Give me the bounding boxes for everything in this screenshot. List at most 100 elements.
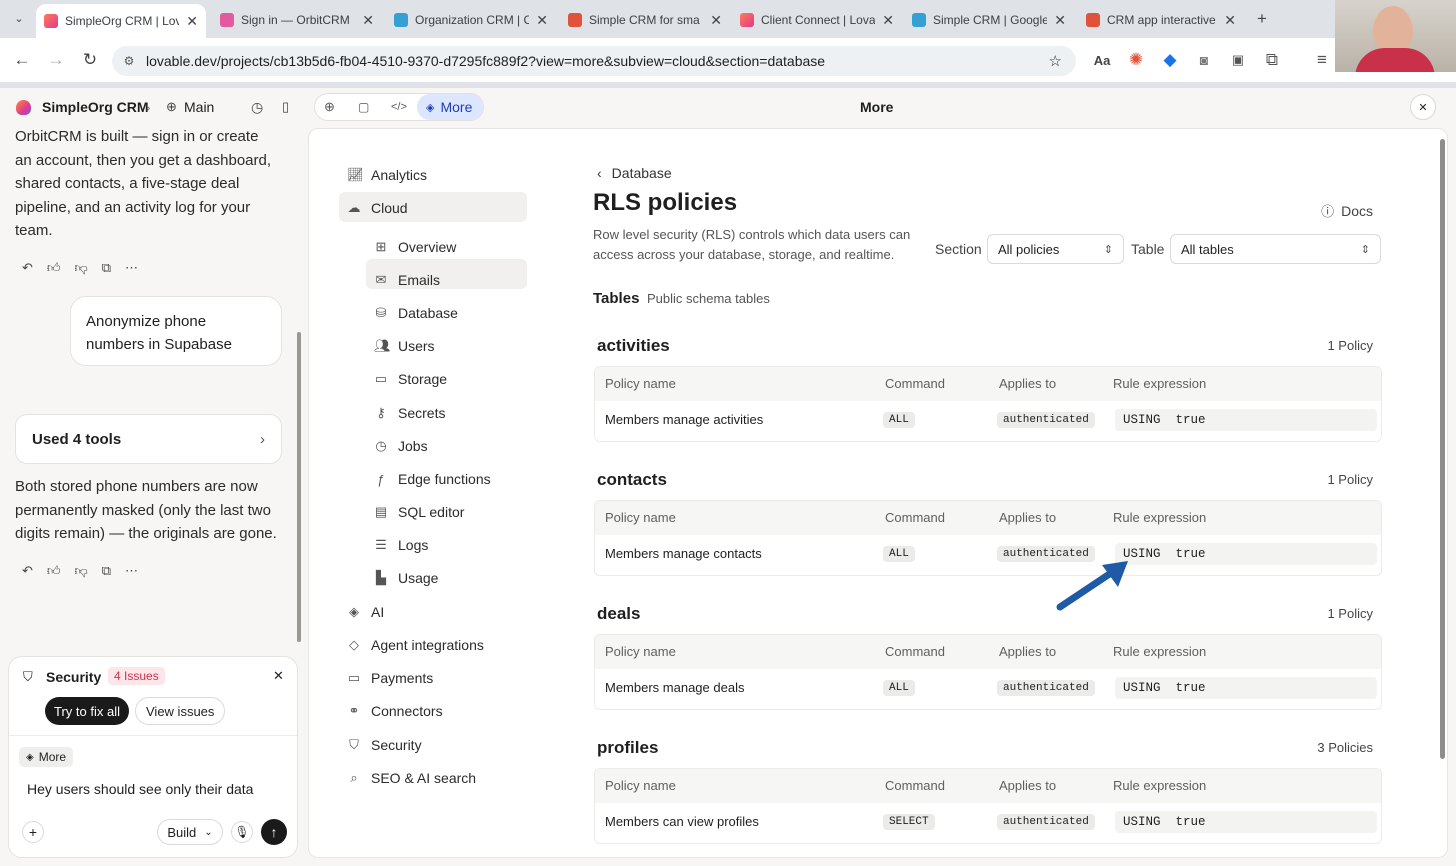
- close-tab-icon[interactable]: ✕: [536, 12, 548, 29]
- table-row[interactable]: Members manage activities ALL authenticate…: [595, 401, 1381, 441]
- nav-overview[interactable]: ⊞ Overview: [374, 239, 457, 255]
- reload-icon[interactable]: ↻: [78, 48, 102, 72]
- thumbs-down-icon[interactable]: 👎︎: [75, 563, 88, 579]
- table-filter-label: Table: [1131, 241, 1165, 257]
- nav-label: Emails: [398, 272, 441, 288]
- browser-tab[interactable]: Organization CRM | C ✕: [386, 6, 556, 34]
- nav-ai[interactable]: ◈ AI: [347, 604, 384, 620]
- docs-link[interactable]: ⓘ Docs: [1321, 201, 1373, 220]
- close-tab-icon[interactable]: ✕: [1054, 12, 1066, 29]
- close-tab-icon[interactable]: ✕: [1224, 12, 1236, 29]
- extension-icon[interactable]: ▣: [1226, 48, 1250, 72]
- nav-edge-functions[interactable]: ƒ Edge functions: [374, 471, 490, 487]
- table-row[interactable]: Members manage deals ALL authenticated USIN…: [595, 669, 1381, 709]
- close-tab-icon[interactable]: ✕: [882, 12, 894, 29]
- breadcrumb[interactable]: ‹ Database: [597, 165, 672, 181]
- chart-icon: 📈︎: [347, 167, 364, 182]
- nav-security[interactable]: ⛉ Security: [347, 737, 421, 753]
- nav-cloud[interactable]: ☁ Cloud: [347, 200, 408, 216]
- address-bar[interactable]: ⚙ lovable.dev/projects/cb13b5d6-fb04-451…: [112, 46, 1076, 76]
- nav-jobs[interactable]: ◷ Jobs: [374, 438, 427, 454]
- thumbs-up-icon[interactable]: 👍︎: [47, 563, 61, 579]
- nav-database[interactable]: ⛁ Database: [374, 305, 458, 321]
- browser-tab[interactable]: Sign in — OrbitCRM ✕: [212, 6, 382, 34]
- back-icon[interactable]: ←: [10, 48, 34, 72]
- chat-input[interactable]: Hey users should see only their data: [27, 781, 253, 797]
- nav-logs[interactable]: ☰ Logs: [374, 537, 428, 553]
- close-tab-icon[interactable]: ✕: [710, 12, 722, 29]
- camera-icon[interactable]: ◙: [1192, 48, 1216, 72]
- browser-tab[interactable]: Client Connect | Lova ✕: [732, 6, 902, 34]
- new-tab-icon[interactable]: +: [1250, 7, 1274, 31]
- reader-mode-icon[interactable]: Aa: [1090, 48, 1114, 72]
- nav-secrets[interactable]: ⚷ Secrets: [374, 405, 445, 421]
- extension-icon[interactable]: ◆: [1158, 48, 1182, 72]
- browser-tab[interactable]: Simple CRM for sma ✕: [560, 6, 730, 34]
- nav-agent-integrations[interactable]: ◇ Agent integrations: [347, 637, 484, 653]
- copy-icon[interactable]: ⧉: [102, 260, 111, 276]
- project-name[interactable]: SimpleOrg CRM: [42, 99, 149, 115]
- nav-storage[interactable]: ▭ Storage: [374, 371, 447, 387]
- nav-label: Connectors: [371, 703, 443, 719]
- thumbs-down-icon[interactable]: 👎︎: [75, 260, 88, 276]
- code-icon[interactable]: </>: [391, 101, 407, 113]
- section-select[interactable]: All policies ⇕: [987, 234, 1124, 264]
- close-icon[interactable]: ✕: [273, 668, 284, 684]
- add-icon[interactable]: +: [22, 821, 44, 843]
- key-icon: ⚷: [376, 405, 386, 420]
- microphone-icon[interactable]: 🎙︎: [231, 821, 253, 843]
- browser-tab[interactable]: SimpleOrg CRM | Lov ✕: [36, 4, 206, 38]
- issues-badge[interactable]: 4 Issues: [108, 667, 165, 685]
- thumbs-up-icon[interactable]: 👍︎: [47, 260, 61, 276]
- browser-tab[interactable]: CRM app interactive ✕: [1078, 6, 1244, 34]
- message-actions: ↶ 👍︎ 👎︎ ⧉ ⋯: [22, 563, 138, 579]
- send-icon[interactable]: ↑: [261, 819, 287, 845]
- more-dots-icon[interactable]: ⋯: [125, 260, 138, 276]
- more-chip[interactable]: ◈ More: [19, 747, 74, 767]
- nav-emails[interactable]: ✉ Emails: [374, 272, 440, 288]
- table-row[interactable]: Members manage contacts ALL authenticated U…: [595, 535, 1381, 575]
- column-header: Rule expression: [1113, 376, 1207, 391]
- tools-used-card[interactable]: Used 4 tools ›: [15, 414, 282, 464]
- table-header: Policy name Command Applies to Rule express…: [595, 367, 1381, 401]
- close-tab-icon[interactable]: ✕: [186, 13, 198, 30]
- browser-tab[interactable]: Simple CRM | Google ✕: [904, 6, 1074, 34]
- site-info-icon[interactable]: ⚙: [112, 54, 146, 68]
- more-dots-icon[interactable]: ⋯: [125, 563, 138, 579]
- table-header: Policy name Command Applies to Rule express…: [595, 769, 1381, 803]
- nav-connectors[interactable]: ⚭ Connectors: [347, 703, 443, 719]
- nav-payments[interactable]: ▭ Payments: [347, 670, 433, 686]
- undo-icon[interactable]: ↶: [22, 563, 33, 579]
- main-scrollbar[interactable]: [1440, 139, 1445, 759]
- chat-scrollbar[interactable]: [297, 132, 302, 652]
- nav-users[interactable]: 👥︎ Users: [374, 338, 435, 354]
- build-mode-button[interactable]: Build ⌄: [157, 819, 223, 845]
- extensions-puzzle-icon[interactable]: ⧉: [1260, 48, 1284, 72]
- policy-count: 1 Policy: [1327, 338, 1373, 353]
- copy-icon[interactable]: ⧉: [102, 563, 111, 579]
- tab-search-icon[interactable]: ⌄: [8, 7, 30, 29]
- lovable-favicon-icon: [44, 14, 58, 28]
- fix-all-button[interactable]: Try to fix all: [45, 697, 129, 725]
- branch-name[interactable]: Main: [184, 99, 214, 115]
- history-icon[interactable]: ◷: [251, 99, 263, 116]
- table-select[interactable]: All tables ⇕: [1170, 234, 1381, 264]
- nav-analytics[interactable]: 📈︎ Analytics: [347, 167, 427, 183]
- undo-icon[interactable]: ↶: [22, 260, 33, 276]
- media-icon[interactable]: ≡: [1310, 48, 1334, 72]
- file-icon[interactable]: ▢: [358, 100, 369, 114]
- bookmark-star-icon[interactable]: ☆: [1049, 52, 1062, 70]
- table-row[interactable]: Members can view profiles SELECT authentic…: [595, 803, 1381, 843]
- sidebar-toggle-icon[interactable]: ▯: [282, 99, 289, 115]
- nav-usage[interactable]: ▙ Usage: [374, 570, 438, 586]
- more-tab[interactable]: ◈ More: [417, 94, 483, 120]
- nav-sql-editor[interactable]: ▤ SQL editor: [374, 504, 465, 520]
- extension-icon[interactable]: ✺: [1124, 48, 1148, 72]
- view-issues-button[interactable]: View issues: [135, 697, 226, 725]
- chat-panel: OrbitCRM is built — sign in or create an…: [0, 126, 306, 866]
- close-panel-icon[interactable]: ✕: [1410, 94, 1436, 120]
- close-tab-icon[interactable]: ✕: [362, 12, 374, 29]
- preview-globe-icon[interactable]: ⊕: [324, 99, 335, 115]
- forward-icon[interactable]: →: [44, 48, 68, 72]
- nav-seo[interactable]: ⌕ SEO & AI search: [347, 770, 476, 786]
